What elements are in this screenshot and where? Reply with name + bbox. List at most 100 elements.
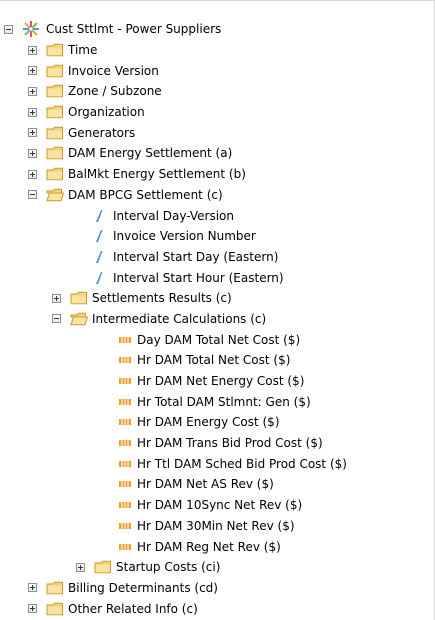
metric-item[interactable]: Hr Ttl DAM Sched Bid Prod Cost ($) <box>0 453 434 474</box>
expand-toggle-icon[interactable] <box>76 562 85 572</box>
attribute-icon <box>96 271 103 284</box>
folder-icon <box>46 581 63 595</box>
metric-icon <box>119 543 131 550</box>
attribute-icon <box>96 230 103 243</box>
folder-settlements-results[interactable]: Settlements Results (c) <box>0 288 434 309</box>
metric-item[interactable]: Hr DAM 10Sync Net Rev ($) <box>0 495 434 516</box>
attribute-item[interactable]: Interval Day-Version <box>0 205 434 226</box>
collapse-toggle-icon[interactable] <box>4 24 13 34</box>
metric-item[interactable]: Hr DAM Net Energy Cost ($) <box>0 371 434 392</box>
panel-border-top <box>0 0 435 1</box>
metric-label: Day DAM Total Net Cost ($) <box>137 332 301 347</box>
folder-icon <box>46 105 63 119</box>
folder-label: Intermediate Calculations (c) <box>92 311 267 326</box>
folder-time[interactable]: Time <box>0 40 434 61</box>
folder-invoice-version[interactable]: Invoice Version <box>0 60 434 81</box>
attribute-label: Invoice Version Number <box>113 229 256 244</box>
attribute-icon <box>96 250 103 263</box>
folder-label: Startup Costs (ci) <box>116 560 221 575</box>
expand-toggle-icon[interactable] <box>28 45 37 55</box>
object-browser-tree: Cust Sttlmt - Power Suppliers Time Invoi… <box>0 19 434 619</box>
folder-label: Zone / Subzone <box>68 84 162 99</box>
folder-label: DAM BPCG Settlement (c) <box>68 187 223 202</box>
metric-item[interactable]: Hr DAM Trans Bid Prod Cost ($) <box>0 433 434 454</box>
metric-label: Hr DAM Energy Cost ($) <box>137 415 280 430</box>
folder-organization[interactable]: Organization <box>0 102 434 123</box>
metric-item[interactable]: Hr DAM Net AS Rev ($) <box>0 474 434 495</box>
folder-label: Billing Determinants (cd) <box>68 580 218 595</box>
metric-icon <box>119 481 131 488</box>
metric-label: Hr DAM 30Min Net Rev ($) <box>137 518 295 533</box>
attribute-item[interactable]: Interval Start Hour (Eastern) <box>0 267 434 288</box>
metric-icon <box>119 440 131 447</box>
collapse-toggle-icon[interactable] <box>52 314 61 324</box>
attribute-label: Interval Day-Version <box>113 208 235 223</box>
folder-generators[interactable]: Generators <box>0 122 434 143</box>
folder-label: DAM Energy Settlement (a) <box>68 146 233 161</box>
metric-icon <box>119 502 131 509</box>
metric-icon <box>119 378 131 385</box>
metric-label: Hr DAM Total Net Cost ($) <box>137 353 291 368</box>
metric-label: Hr DAM Reg Net Rev ($) <box>137 539 281 554</box>
metric-icon <box>119 398 131 405</box>
folder-dam-bpcg-settlement[interactable]: DAM BPCG Settlement (c) <box>0 185 434 206</box>
folder-icon <box>94 560 111 574</box>
folder-intermediate-calculations[interactable]: Intermediate Calculations (c) <box>0 309 434 330</box>
metric-label: Hr DAM 10Sync Net Rev ($) <box>137 498 303 513</box>
attribute-item[interactable]: Invoice Version Number <box>0 226 434 247</box>
metric-item[interactable]: Hr DAM Total Net Cost ($) <box>0 350 434 371</box>
folder-startup-costs[interactable]: Startup Costs (ci) <box>0 557 434 578</box>
expand-toggle-icon[interactable] <box>28 66 37 76</box>
expand-toggle-icon[interactable] <box>28 169 37 179</box>
folder-icon <box>46 602 63 615</box>
collapse-toggle-icon[interactable] <box>28 190 37 200</box>
metric-item[interactable]: Hr DAM Energy Cost ($) <box>0 412 434 433</box>
metric-icon <box>119 460 131 467</box>
folder-dam-energy-settlement[interactable]: DAM Energy Settlement (a) <box>0 143 434 164</box>
folder-icon <box>46 167 63 181</box>
tree-root[interactable]: Cust Sttlmt - Power Suppliers <box>0 19 434 40</box>
cube-star-icon <box>23 21 39 38</box>
expand-toggle-icon[interactable] <box>28 583 37 593</box>
metric-label: Hr DAM Net AS Rev ($) <box>137 477 274 492</box>
metric-icon <box>119 357 131 364</box>
folder-label: Invoice Version <box>68 63 159 78</box>
folder-icon <box>46 85 63 98</box>
metric-item[interactable]: Hr DAM 30Min Net Rev ($) <box>0 516 434 537</box>
expand-toggle-icon[interactable] <box>28 604 37 614</box>
metric-item[interactable]: Day DAM Total Net Cost ($) <box>0 329 434 350</box>
folder-label: Generators <box>68 125 136 140</box>
folder-label: BalMkt Energy Settlement (b) <box>68 167 246 182</box>
expand-toggle-icon[interactable] <box>28 148 37 158</box>
folder-label: Other Related Info (c) <box>68 601 198 616</box>
folder-label: Organization <box>68 105 145 120</box>
attribute-icon <box>96 209 103 222</box>
open-folder-icon <box>70 312 88 326</box>
folder-billing-determinants[interactable]: Billing Determinants (cd) <box>0 578 434 599</box>
attribute-item[interactable]: Interval Start Day (Eastern) <box>0 247 434 268</box>
metric-label: Hr Total DAM Stlmnt: Gen ($) <box>137 394 311 409</box>
expand-toggle-icon[interactable] <box>28 86 37 96</box>
attribute-label: Interval Start Hour (Eastern) <box>113 270 284 285</box>
expand-toggle-icon[interactable] <box>28 128 37 138</box>
metric-icon <box>119 336 131 343</box>
folder-label: Time <box>68 43 98 58</box>
metric-icon <box>119 522 131 529</box>
expand-toggle-icon[interactable] <box>28 107 37 117</box>
metric-item[interactable]: Hr DAM Reg Net Rev ($) <box>0 536 434 557</box>
open-folder-icon <box>46 188 64 202</box>
folder-other-related-info[interactable]: Other Related Info (c) <box>0 598 434 619</box>
folder-label: Settlements Results (c) <box>92 291 232 306</box>
tree-root-label: Cust Sttlmt - Power Suppliers <box>46 22 222 37</box>
metric-label: Hr DAM Trans Bid Prod Cost ($) <box>137 436 323 451</box>
folder-balmkt-energy-settlement[interactable]: BalMkt Energy Settlement (b) <box>0 164 434 185</box>
metric-icon <box>119 419 131 426</box>
metric-item[interactable]: Hr Total DAM Stlmnt: Gen ($) <box>0 391 434 412</box>
metric-label: Hr Ttl DAM Sched Bid Prod Cost ($) <box>137 456 347 471</box>
metric-label: Hr DAM Net Energy Cost ($) <box>137 374 305 389</box>
folder-zone-subzone[interactable]: Zone / Subzone <box>0 81 434 102</box>
folder-icon <box>46 126 63 140</box>
folder-icon <box>46 64 63 78</box>
expand-toggle-icon[interactable] <box>52 293 61 303</box>
folder-icon <box>46 147 63 160</box>
